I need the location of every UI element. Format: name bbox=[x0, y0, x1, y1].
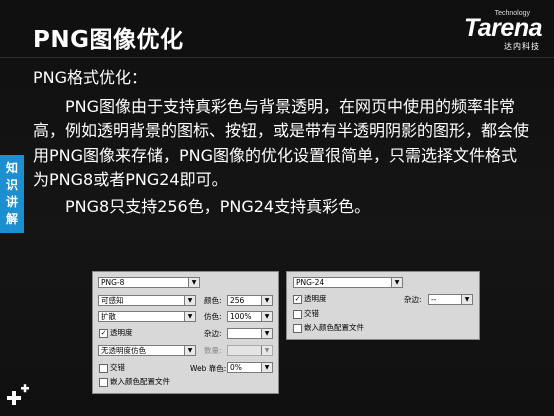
chevron-down-icon: ▼ bbox=[461, 295, 472, 304]
embed-profile-checkbox[interactable] bbox=[99, 378, 108, 387]
chevron-down-icon: ▼ bbox=[261, 296, 272, 305]
matte-value: -- bbox=[431, 295, 437, 304]
colors-label: 颜色: bbox=[204, 296, 222, 305]
format-select[interactable]: PNG-24 ▼ bbox=[293, 277, 403, 288]
dither-method-value: 扩散 bbox=[101, 312, 116, 321]
transparency-dither-select[interactable]: 无透明度仿色 ▼ bbox=[98, 345, 196, 356]
png8-settings-panel: PNG-8 ▼ 可感知 ▼ 颜色: 256 ▼ 扩散 ▼ 仿色: 100% ▼ … bbox=[92, 271, 279, 394]
png24-settings-panel: PNG-24 ▼ ✓ 透明度 杂边: -- ▼ 交错 嵌入颜色配置文件 bbox=[286, 271, 480, 340]
palette-select[interactable]: 可感知 ▼ bbox=[98, 295, 196, 306]
transparency-label: 透明度 bbox=[110, 328, 133, 337]
amount-label: 数量: bbox=[204, 346, 222, 355]
transparency-checkbox[interactable]: ✓ bbox=[293, 295, 302, 304]
amount-input[interactable]: ▼ bbox=[227, 345, 273, 356]
format-select[interactable]: PNG-8 ▼ bbox=[98, 277, 200, 288]
tarena-logo: Technology Tarena 达内科技 bbox=[453, 10, 548, 51]
chevron-down-icon: ▼ bbox=[261, 363, 272, 372]
matte-select[interactable]: -- ▼ bbox=[428, 294, 473, 305]
plus-decoration-icon bbox=[7, 384, 29, 405]
interlaced-label: 交错 bbox=[110, 363, 125, 372]
format-value: PNG-8 bbox=[101, 278, 125, 287]
web-snap-value: 0% bbox=[230, 363, 242, 372]
chevron-down-icon: ▼ bbox=[188, 278, 199, 287]
section-heading: PNG格式优化： bbox=[33, 68, 148, 87]
interlaced-label: 交错 bbox=[304, 309, 319, 318]
dither-amount-value: 100% bbox=[230, 312, 252, 321]
tab-char: 知 bbox=[5, 161, 18, 175]
slide-title: PNG图像优化 bbox=[33, 27, 184, 53]
format-value: PNG-24 bbox=[296, 278, 325, 287]
matte-label: 杂边: bbox=[204, 329, 222, 338]
body-paragraph-2: PNG8只支持256色，PNG24支持真彩色。 bbox=[65, 196, 371, 216]
colors-value: 256 bbox=[230, 296, 245, 305]
body-paragraph: PNG图像由于支持真彩色与背景透明，在网页中使用的频率非常高，例如透明背景的图标… bbox=[33, 96, 530, 190]
interlaced-checkbox[interactable] bbox=[99, 364, 108, 373]
tab-char: 解 bbox=[5, 212, 18, 226]
web-snap-label: Web 靠色: bbox=[190, 364, 227, 373]
knowledge-tab: 知 识 讲 解 bbox=[0, 155, 24, 233]
chevron-down-icon: ▼ bbox=[261, 312, 272, 321]
embed-profile-checkbox[interactable] bbox=[293, 324, 302, 333]
dither-label: 仿色: bbox=[204, 312, 222, 321]
chevron-down-icon: ▼ bbox=[261, 346, 272, 355]
chevron-down-icon: ▼ bbox=[391, 278, 402, 287]
chevron-down-icon: ▼ bbox=[184, 312, 195, 321]
dither-amount-input[interactable]: 100% ▼ bbox=[227, 311, 273, 322]
colors-select[interactable]: 256 ▼ bbox=[227, 295, 273, 306]
title-divider bbox=[0, 57, 554, 58]
embed-profile-label: 嵌入颜色配置文件 bbox=[110, 377, 170, 386]
chevron-down-icon: ▼ bbox=[184, 296, 195, 305]
logo-wordmark: Tarena bbox=[463, 14, 543, 42]
logo-chinese-name: 达内科技 bbox=[504, 42, 540, 51]
interlaced-checkbox[interactable] bbox=[293, 310, 302, 319]
palette-value: 可感知 bbox=[101, 296, 124, 305]
chevron-down-icon: ▼ bbox=[261, 329, 272, 338]
slide-body: PNG格式优化： PNG图像由于支持真彩色与背景透明，在网页中使用的频率非常高，… bbox=[33, 66, 533, 219]
embed-profile-label: 嵌入颜色配置文件 bbox=[304, 323, 364, 332]
transparency-label: 透明度 bbox=[304, 294, 327, 303]
transparency-checkbox[interactable]: ✓ bbox=[99, 329, 108, 338]
tab-char: 讲 bbox=[5, 195, 18, 209]
transparency-dither-value: 无透明度仿色 bbox=[101, 346, 146, 355]
matte-label: 杂边: bbox=[404, 295, 422, 304]
dither-method-select[interactable]: 扩散 ▼ bbox=[98, 311, 196, 322]
chevron-down-icon: ▼ bbox=[184, 346, 195, 355]
web-snap-select[interactable]: 0% ▼ bbox=[227, 362, 273, 373]
matte-select[interactable]: ▼ bbox=[227, 328, 273, 339]
tab-char: 识 bbox=[5, 178, 18, 192]
